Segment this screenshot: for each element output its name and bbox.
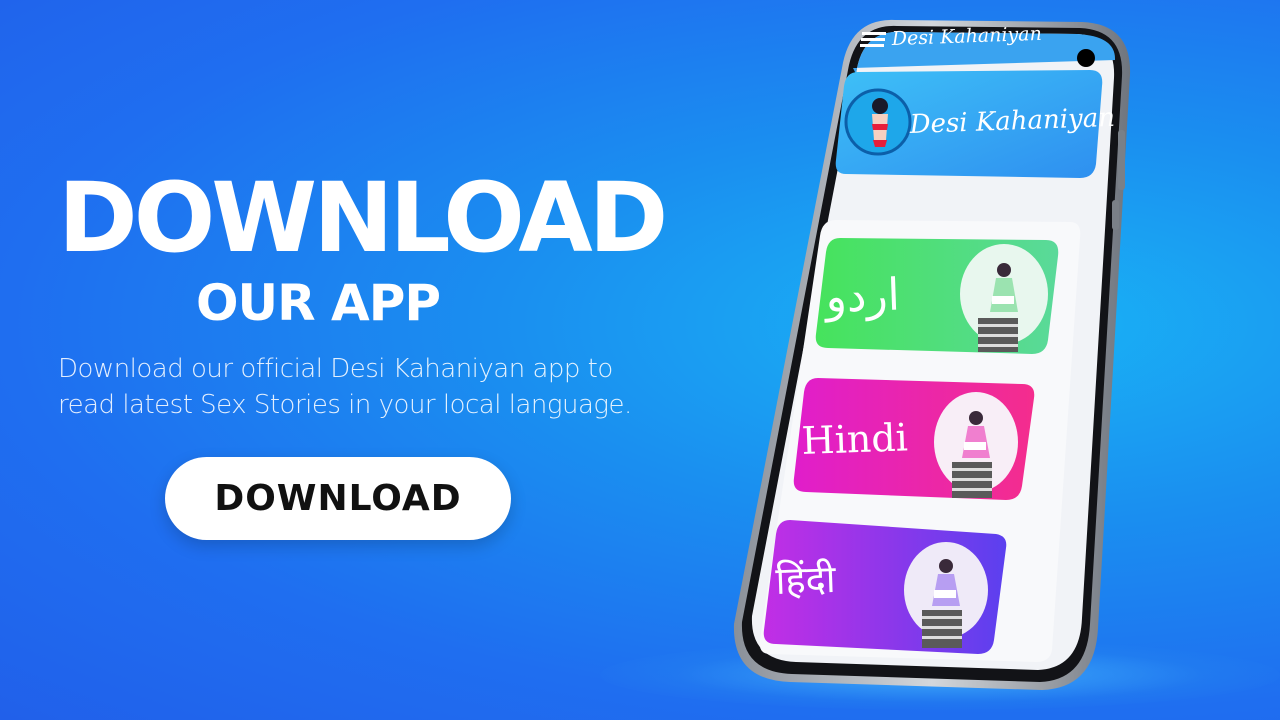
language-label-hindi: Hindi — [801, 415, 909, 463]
volume-button — [1118, 130, 1125, 190]
language-card-urdu[interactable]: اردو — [815, 238, 1059, 354]
camera-hole — [1077, 49, 1095, 67]
language-label-hindi-devanagari: हिंदी — [775, 557, 838, 603]
power-button — [1112, 200, 1119, 230]
language-label-urdu: اردو — [823, 269, 901, 323]
phone-mockup: Desi Kahaniyan Desi Kahaniyan اردو Hindi — [733, 19, 1131, 690]
language-card-hindi-devanagari[interactable]: हिंदी — [763, 520, 1007, 654]
woman-icon — [872, 98, 888, 147]
language-card-hindi[interactable]: Hindi — [793, 378, 1035, 500]
menu-icon[interactable] — [860, 32, 886, 47]
